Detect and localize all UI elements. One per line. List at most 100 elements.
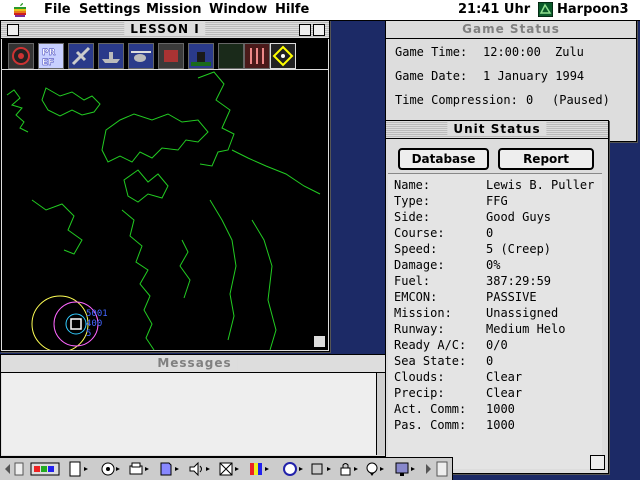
pref-icon[interactable]: PREF [38,43,64,69]
unit-field-value: Good Guys [486,210,552,224]
file-sharing-icon[interactable] [158,461,182,477]
grow-box-icon[interactable] [590,455,605,470]
missile-icon[interactable] [244,43,270,69]
unit-field-value: FFG [486,194,508,208]
unit-field-label: Pas. Comm: [394,418,467,432]
unit-field-label: Speed: [394,242,438,256]
menu-clock[interactable]: 21:41 Uhr [458,2,530,17]
waypoint-icon[interactable] [270,43,296,69]
game-date-label: Game Date: [395,69,468,83]
speech-icon[interactable] [364,461,388,477]
unit-field-label: Damage: [394,258,445,272]
color-depth-icon[interactable] [248,461,272,477]
unit-marker-label-1: 5001 [86,309,108,319]
map-window-titlebar[interactable]: LESSON I [1,21,329,39]
printer-icon[interactable] [128,461,152,477]
quicktime-icon[interactable] [282,461,306,477]
svg-text:EF: EF [42,58,54,68]
unit-field-label: Fuel: [394,274,431,288]
messages-titlebar[interactable]: Messages [1,355,388,373]
extensions-icon[interactable] [310,461,334,477]
strip-collapse-icon[interactable] [436,461,448,477]
monitor-color-icon[interactable] [30,461,60,477]
unit-field-label: Precip: [394,386,445,400]
unit-field-label: Ready A/C: [394,338,467,352]
game-status-title: Game Status [456,22,566,36]
close-box-icon[interactable] [7,24,19,36]
unit-field-value: 0% [486,258,501,272]
lock-icon[interactable] [338,461,362,477]
aircraft-icon[interactable] [68,43,94,69]
game-date-value: 1 January 1994 [483,69,585,83]
unit-field-value: 387:29:59 [486,274,552,288]
ship-icon[interactable] [98,43,124,69]
harpoon-app-icon[interactable] [538,2,553,17]
application-menu[interactable]: Harpoon3 [557,2,629,17]
svg-text:PR: PR [42,48,56,58]
strip-scroll-right-icon[interactable] [424,461,432,477]
menu-mission[interactable]: Mission [146,2,202,17]
map-window-title: LESSON I [124,22,206,36]
unit-field-value: 5 (Creep) [486,242,552,256]
unit-field-label: Course: [394,226,445,240]
unit-field-label: Runway: [394,322,445,336]
apple-menu-icon[interactable] [12,2,28,18]
strip-scroll-left-icon[interactable] [4,461,12,477]
time-compression-state: (Paused) [552,93,610,107]
unit-field-value: 0/0 [486,338,508,352]
game-status-titlebar[interactable]: Game Status [386,21,636,39]
map-resize-icon[interactable] [313,335,326,348]
sound-volume-icon[interactable] [188,461,212,477]
map-toolbar: PR EF [2,39,328,69]
cd-icon[interactable] [98,461,122,477]
unit-marker-label-3: 5 [86,329,91,339]
time-compression-label: Time Compression: [395,93,518,107]
report-button[interactable]: Report [498,148,594,170]
strip-handle-icon[interactable] [14,461,24,477]
tactical-map[interactable]: 5001 400 5 [2,70,328,350]
desktop-pattern-icon[interactable] [218,461,242,477]
unit-field-value: Clear [486,370,523,384]
unit-field-label: Type: [394,194,431,208]
sub-icon[interactable] [188,43,214,69]
unit-fields-panel: Name: Lewis B. Puller Type: FFG Side: Good Gu… [388,173,602,469]
menu-file[interactable]: File [44,2,71,17]
unit-status-titlebar[interactable]: Unit Status [386,121,608,139]
game-time-label: Game Time: [395,45,468,59]
appletalk-icon[interactable] [68,461,92,477]
unit-field-value: Medium Helo [486,322,566,336]
menu-settings[interactable]: Settings [79,2,140,17]
menu-bar: File Settings Mission Window Hilfe 21:41… [0,0,640,21]
monitor-resolution-icon[interactable] [394,461,418,477]
messages-window: Messages [0,354,389,457]
unit-field-value: Lewis B. Puller [486,178,595,192]
unit-field-label: Name: [394,178,431,192]
messages-log[interactable] [2,373,376,455]
unit-status-window: Unit Status Database Report Name: Lewis B… [385,120,609,474]
control-strip [0,457,453,480]
menu-hilfe[interactable]: Hilfe [275,2,309,17]
unit-field-value: Clear [486,386,523,400]
reserved-tool-icon[interactable] [218,43,244,69]
unit-field-value: 1000 [486,402,515,416]
collapse-box-icon[interactable] [313,24,325,36]
unit-status-title: Unit Status [447,122,547,136]
unit-marker-icon[interactable] [70,318,82,330]
unit-field-value: 1000 [486,418,515,432]
unit-field-label: Mission: [394,306,452,320]
unit-field-value: 0 [486,354,494,368]
unit-field-label: Act. Comm: [394,402,467,416]
messages-title: Messages [151,356,238,370]
menu-window[interactable]: Window [209,2,267,17]
game-time-zone: Zulu [555,45,584,59]
helicopter-icon[interactable] [128,43,154,69]
unit-field-label: EMCON: [394,290,438,304]
game-time-value: 12:00:00 [483,45,541,59]
unit-marker-label-2: 400 [86,319,102,329]
zoom-box-icon[interactable] [299,24,311,36]
coastline-map[interactable]: 5001 400 5 [2,70,328,350]
compass-icon[interactable] [8,43,34,69]
base-icon[interactable] [158,43,184,69]
database-button[interactable]: Database [398,148,489,170]
unit-field-label: Clouds: [394,370,445,384]
